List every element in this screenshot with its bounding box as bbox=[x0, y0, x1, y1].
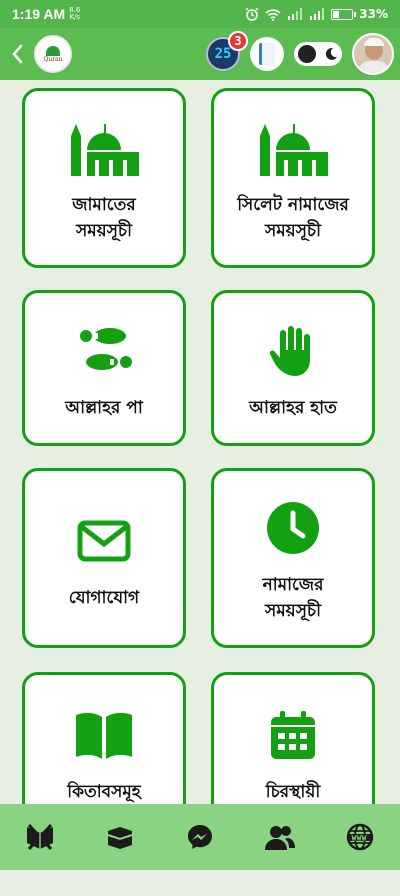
footprints-icon bbox=[74, 321, 134, 381]
notification-badge: 3 bbox=[228, 31, 248, 51]
envelope-icon bbox=[77, 511, 131, 571]
toggle-knob bbox=[298, 45, 316, 63]
card-prayer-schedule[interactable]: নামাজের সময়সূচী bbox=[211, 468, 375, 648]
notepad-icon bbox=[259, 43, 275, 65]
notes-button[interactable] bbox=[250, 37, 284, 71]
net-speed: 8.6 K/s bbox=[69, 6, 81, 21]
chevron-left-icon bbox=[12, 44, 23, 64]
quran-icon bbox=[27, 823, 53, 851]
card-jamat-schedule[interactable]: জামাতের সময়সূচী bbox=[22, 88, 186, 268]
nav-messenger[interactable] bbox=[180, 817, 220, 857]
feature-grid: জামাতের সময়সূচী সিলেট নামাজের সময়সূচী … bbox=[0, 80, 400, 804]
nav-website[interactable] bbox=[340, 817, 380, 857]
calendar-day: 25 bbox=[214, 46, 232, 62]
nav-users[interactable] bbox=[260, 817, 300, 857]
alarm-icon bbox=[245, 7, 259, 21]
card-books[interactable]: কিতাবসমূহ bbox=[22, 672, 186, 804]
app-bar-tools: 25 3 bbox=[206, 31, 394, 75]
calendar-icon bbox=[269, 705, 317, 765]
card-allahs-feet[interactable]: আল্লাহর পা bbox=[22, 290, 186, 446]
status-icons: 33% bbox=[245, 7, 388, 21]
card-label: সিলেট নামাজের সময়সূচী bbox=[237, 195, 349, 241]
calendar-notification-button[interactable]: 25 3 bbox=[206, 31, 248, 71]
card-label: আল্লাহর হাত bbox=[249, 398, 337, 418]
wifi-icon bbox=[265, 8, 281, 21]
book-icon bbox=[74, 705, 134, 765]
signal-icon-2 bbox=[310, 8, 325, 20]
logo-text: Quran bbox=[43, 55, 63, 63]
status-bar: 1:19 AM 8.6 K/s 33% bbox=[0, 0, 400, 28]
nav-kaaba[interactable] bbox=[100, 817, 140, 857]
moon-icon bbox=[325, 47, 337, 60]
card-allahs-hand[interactable]: আল্লাহর হাত bbox=[211, 290, 375, 446]
bottom-nav bbox=[0, 804, 400, 870]
card-label: জামাতের সময়সূচী bbox=[72, 195, 136, 241]
profile-avatar[interactable] bbox=[352, 33, 394, 75]
battery-percent: 33% bbox=[359, 7, 388, 21]
app-bar: Quran 25 3 bbox=[0, 28, 400, 80]
dark-mode-toggle[interactable] bbox=[294, 42, 342, 66]
app-logo: Quran bbox=[34, 35, 72, 73]
messenger-icon bbox=[188, 825, 212, 849]
card-contact[interactable]: যোগাযোগ bbox=[22, 468, 186, 648]
battery-icon bbox=[331, 8, 357, 20]
nav-quran[interactable] bbox=[20, 817, 60, 857]
mosque-icon bbox=[258, 118, 328, 178]
users-icon bbox=[265, 826, 295, 850]
card-permanent-calendar[interactable]: চিরস্থায়ী bbox=[211, 672, 375, 804]
back-button[interactable] bbox=[6, 34, 28, 74]
hand-icon bbox=[268, 321, 318, 381]
kaaba-icon bbox=[107, 827, 133, 849]
status-time: 1:19 AM bbox=[12, 6, 66, 22]
card-label: কিতাবসমূহ bbox=[67, 782, 141, 802]
clock-icon bbox=[266, 498, 320, 558]
card-label: যোগাযোগ bbox=[68, 588, 140, 608]
card-label: চিরস্থায়ী bbox=[265, 782, 321, 802]
signal-icon bbox=[288, 8, 303, 20]
system-nav-area bbox=[0, 870, 400, 896]
card-sylhet-prayer-schedule[interactable]: সিলেট নামাজের সময়সূচী bbox=[211, 88, 375, 268]
mosque-icon bbox=[69, 118, 139, 178]
card-label: আল্লাহর পা bbox=[65, 398, 143, 418]
logo-dome-icon bbox=[46, 45, 60, 56]
www-globe-icon bbox=[346, 823, 374, 851]
card-label: নামাজের সময়সূচী bbox=[262, 575, 324, 621]
